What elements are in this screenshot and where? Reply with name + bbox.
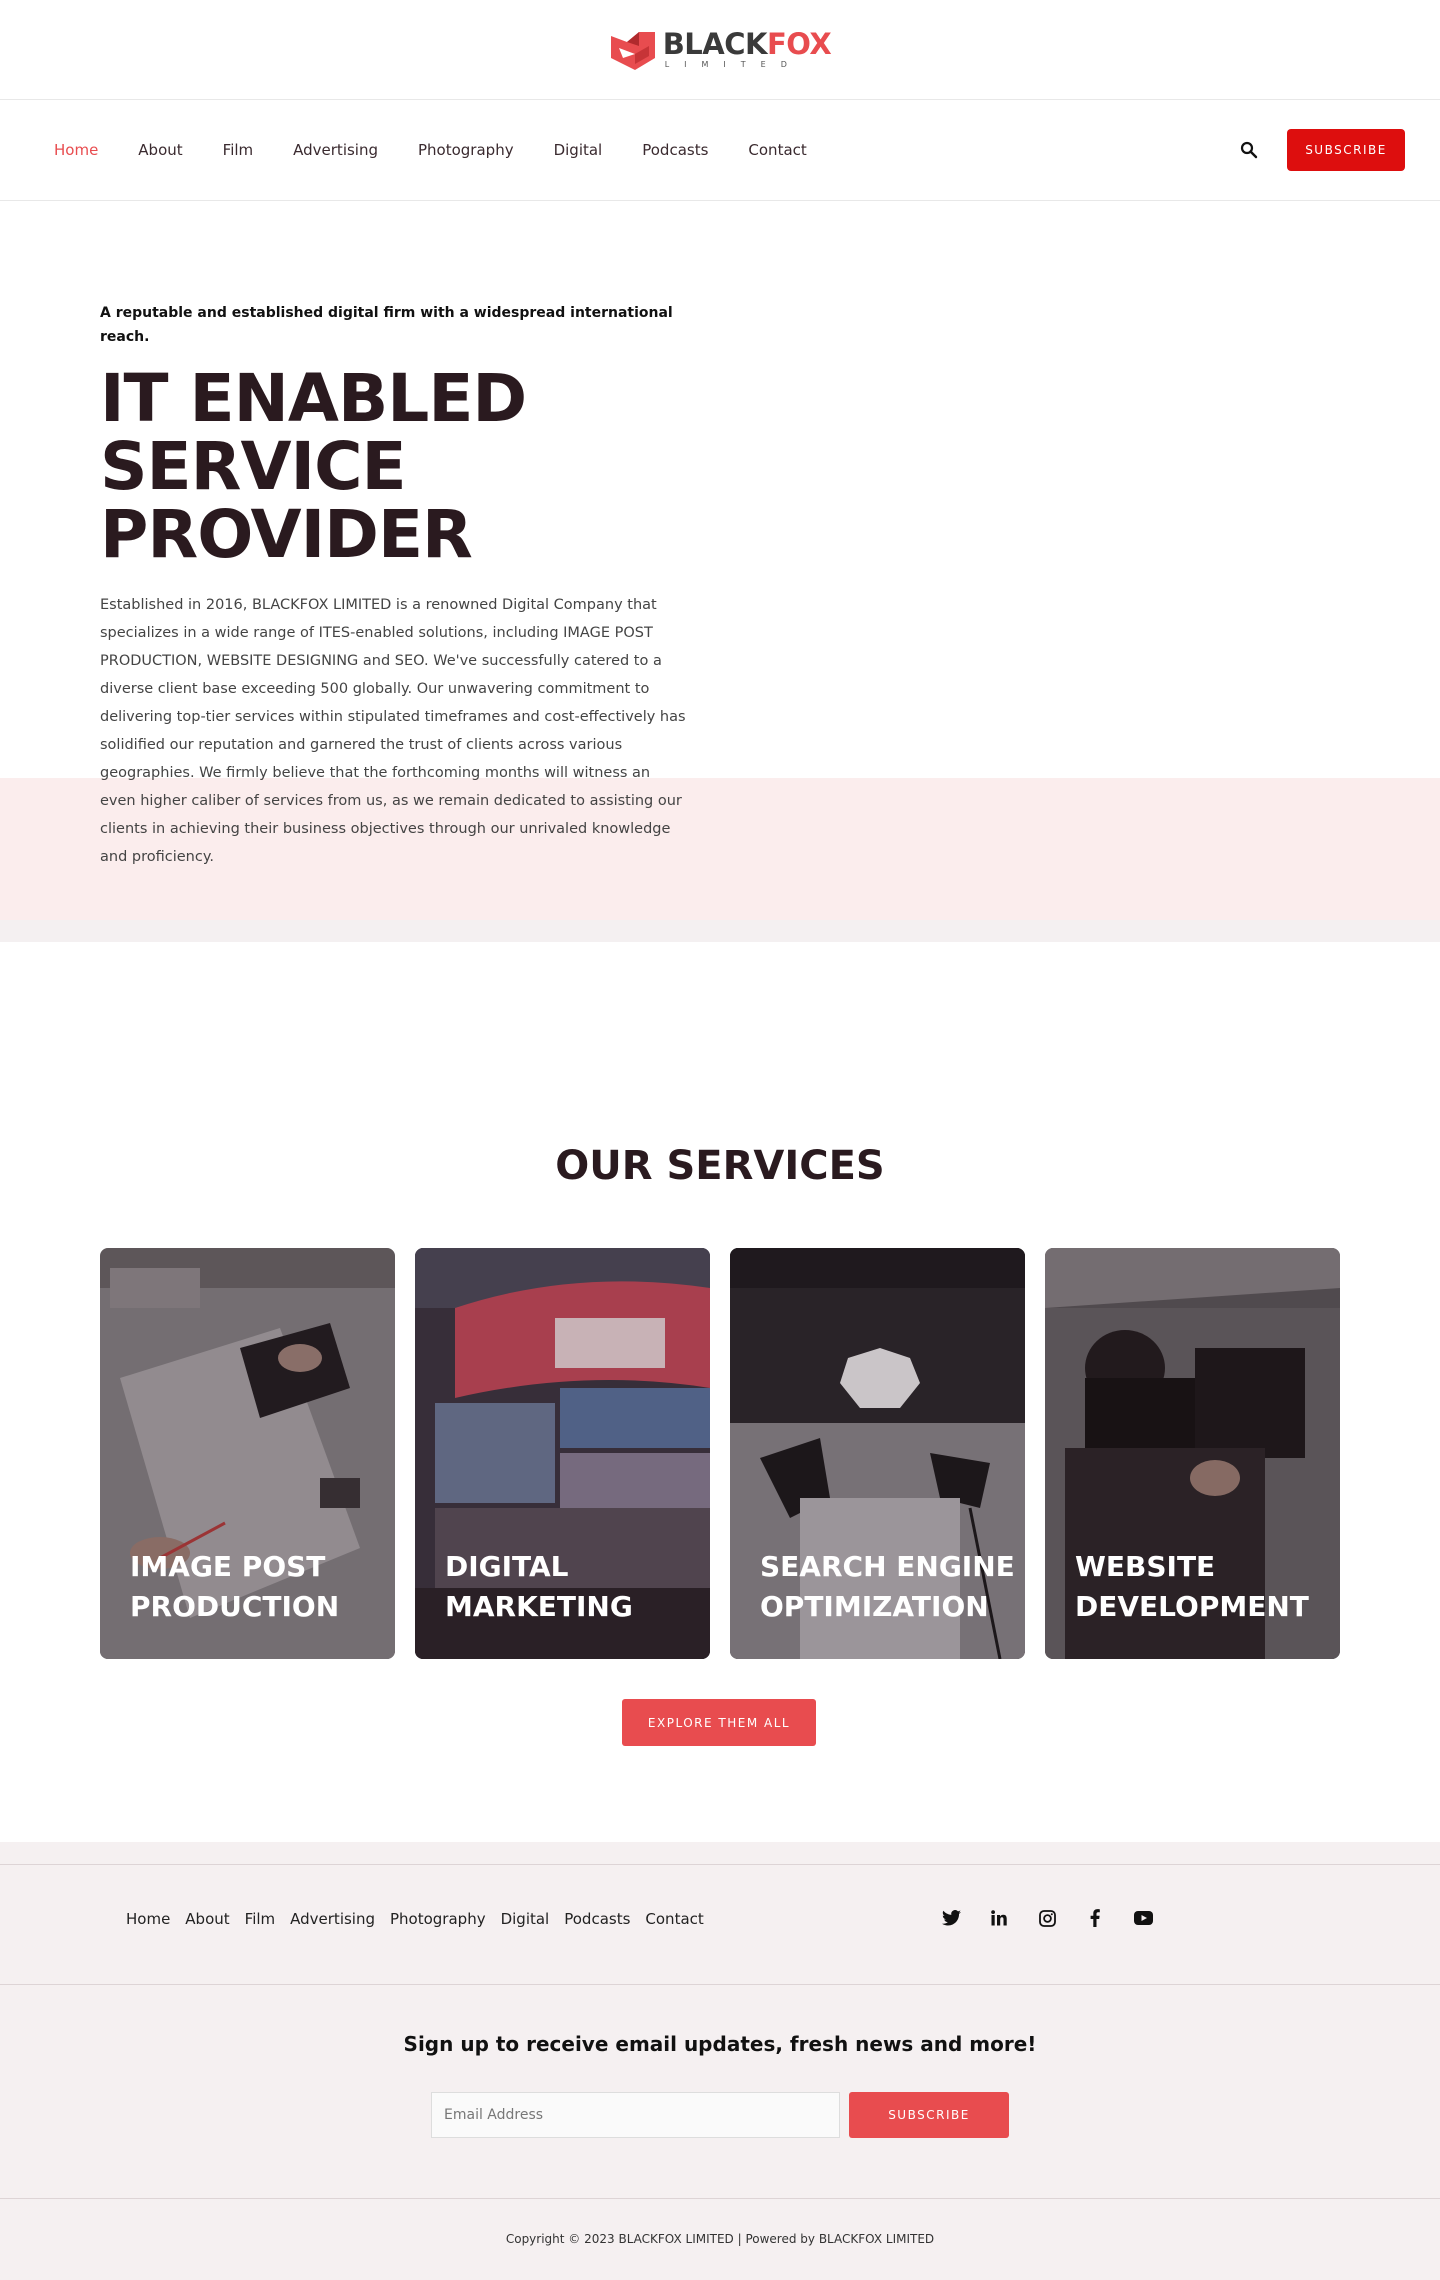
service-card-title: DIGITAL MARKETING <box>445 1550 633 1623</box>
service-card-digital-marketing[interactable]: DIGITAL MARKETING <box>415 1248 710 1659</box>
nav-item-podcasts[interactable]: Podcasts <box>642 141 708 159</box>
services-title: OUR SERVICES <box>555 1143 885 1189</box>
footer-divider <box>0 1984 1440 1985</box>
brand-name: BLACKFOX <box>662 27 832 61</box>
footer-divider <box>0 2198 1440 2199</box>
logo-bar: BLACKFOX LIMITED <box>0 0 1440 100</box>
footer-link-about[interactable]: About <box>185 1910 229 1928</box>
service-card-image-post-production[interactable]: IMAGE POST PRODUCTION <box>100 1248 395 1659</box>
copyright-text: Copyright © 2023 BLACKFOX LIMITED | Powe… <box>505 2232 935 2246</box>
footer-nav: Home About Film Advertising Photography … <box>126 1910 704 1928</box>
explore-services-button[interactable]: EXPLORE THEM ALL <box>622 1699 816 1746</box>
service-card-website-development[interactable]: WEBSITE DEVELOPMENT <box>1045 1248 1340 1659</box>
footer-divider <box>0 1864 1440 1865</box>
brand-subtitle: LIMITED <box>664 60 802 69</box>
hero-title: IT ENABLED SERVICE PROVIDER <box>100 360 527 573</box>
email-field[interactable] <box>431 2092 840 2138</box>
service-card-title: WEBSITE DEVELOPMENT <box>1075 1550 1309 1623</box>
hero-description: Established in 2016, BLACKFOX LIMITED is… <box>100 597 686 865</box>
footer-link-podcasts[interactable]: Podcasts <box>564 1910 630 1928</box>
nav-item-home[interactable]: Home <box>54 141 98 159</box>
service-card-title: SEARCH ENGINE OPTIMIZATION <box>760 1550 1015 1623</box>
twitter-icon[interactable] <box>941 1908 961 1928</box>
subscribe-button[interactable]: SUBSCRIBE <box>1287 129 1405 171</box>
footer-link-digital[interactable]: Digital <box>501 1910 550 1928</box>
nav-item-contact[interactable]: Contact <box>748 141 806 159</box>
brand-logo[interactable]: BLACKFOX LIMITED <box>609 28 832 72</box>
facebook-icon[interactable] <box>1085 1908 1105 1928</box>
social-links <box>941 1908 1153 1928</box>
nav-item-film[interactable]: Film <box>223 141 253 159</box>
footer-link-photography[interactable]: Photography <box>390 1910 486 1928</box>
footer: Home About Film Advertising Photography … <box>0 1842 1440 2280</box>
linkedin-icon[interactable] <box>989 1908 1009 1928</box>
hero-section: A reputable and established digital firm… <box>0 201 1440 942</box>
hero-bottom-strip <box>0 920 1440 942</box>
instagram-icon[interactable] <box>1037 1908 1057 1928</box>
services-section: OUR SERVICES IMAGE POST PRODUCTION DIGIT… <box>0 942 1440 1842</box>
search-icon[interactable] <box>1239 140 1259 160</box>
footer-link-home[interactable]: Home <box>126 1910 170 1928</box>
service-cards: IMAGE POSTPRODUCTION DIGITALMARKETING <box>100 1248 1340 1659</box>
newsletter-title: Sign up to receive email updates, fresh … <box>403 2032 1037 2056</box>
nav-item-digital[interactable]: Digital <box>554 141 603 159</box>
newsletter-subscribe-button[interactable]: SUBSCRIBE <box>849 2092 1009 2138</box>
newsletter-form: SUBSCRIBE <box>431 2092 1009 2138</box>
nav-item-advertising[interactable]: Advertising <box>293 141 378 159</box>
fox-logo-icon <box>610 31 655 70</box>
footer-link-contact[interactable]: Contact <box>645 1910 703 1928</box>
nav-links: Home About Film Advertising Photography … <box>54 141 1239 159</box>
footer-link-film[interactable]: Film <box>245 1910 275 1928</box>
footer-link-advertising[interactable]: Advertising <box>290 1910 375 1928</box>
service-card-title: IMAGE POST PRODUCTION <box>130 1550 340 1623</box>
nav-item-about[interactable]: About <box>138 141 182 159</box>
youtube-icon[interactable] <box>1133 1908 1153 1928</box>
nav-item-photography[interactable]: Photography <box>418 141 514 159</box>
hero-eyebrow: A reputable and established digital firm… <box>100 305 673 345</box>
service-card-seo[interactable]: SEARCH ENGINE OPTIMIZATION <box>730 1248 1025 1659</box>
main-nav: Home About Film Advertising Photography … <box>0 100 1440 201</box>
